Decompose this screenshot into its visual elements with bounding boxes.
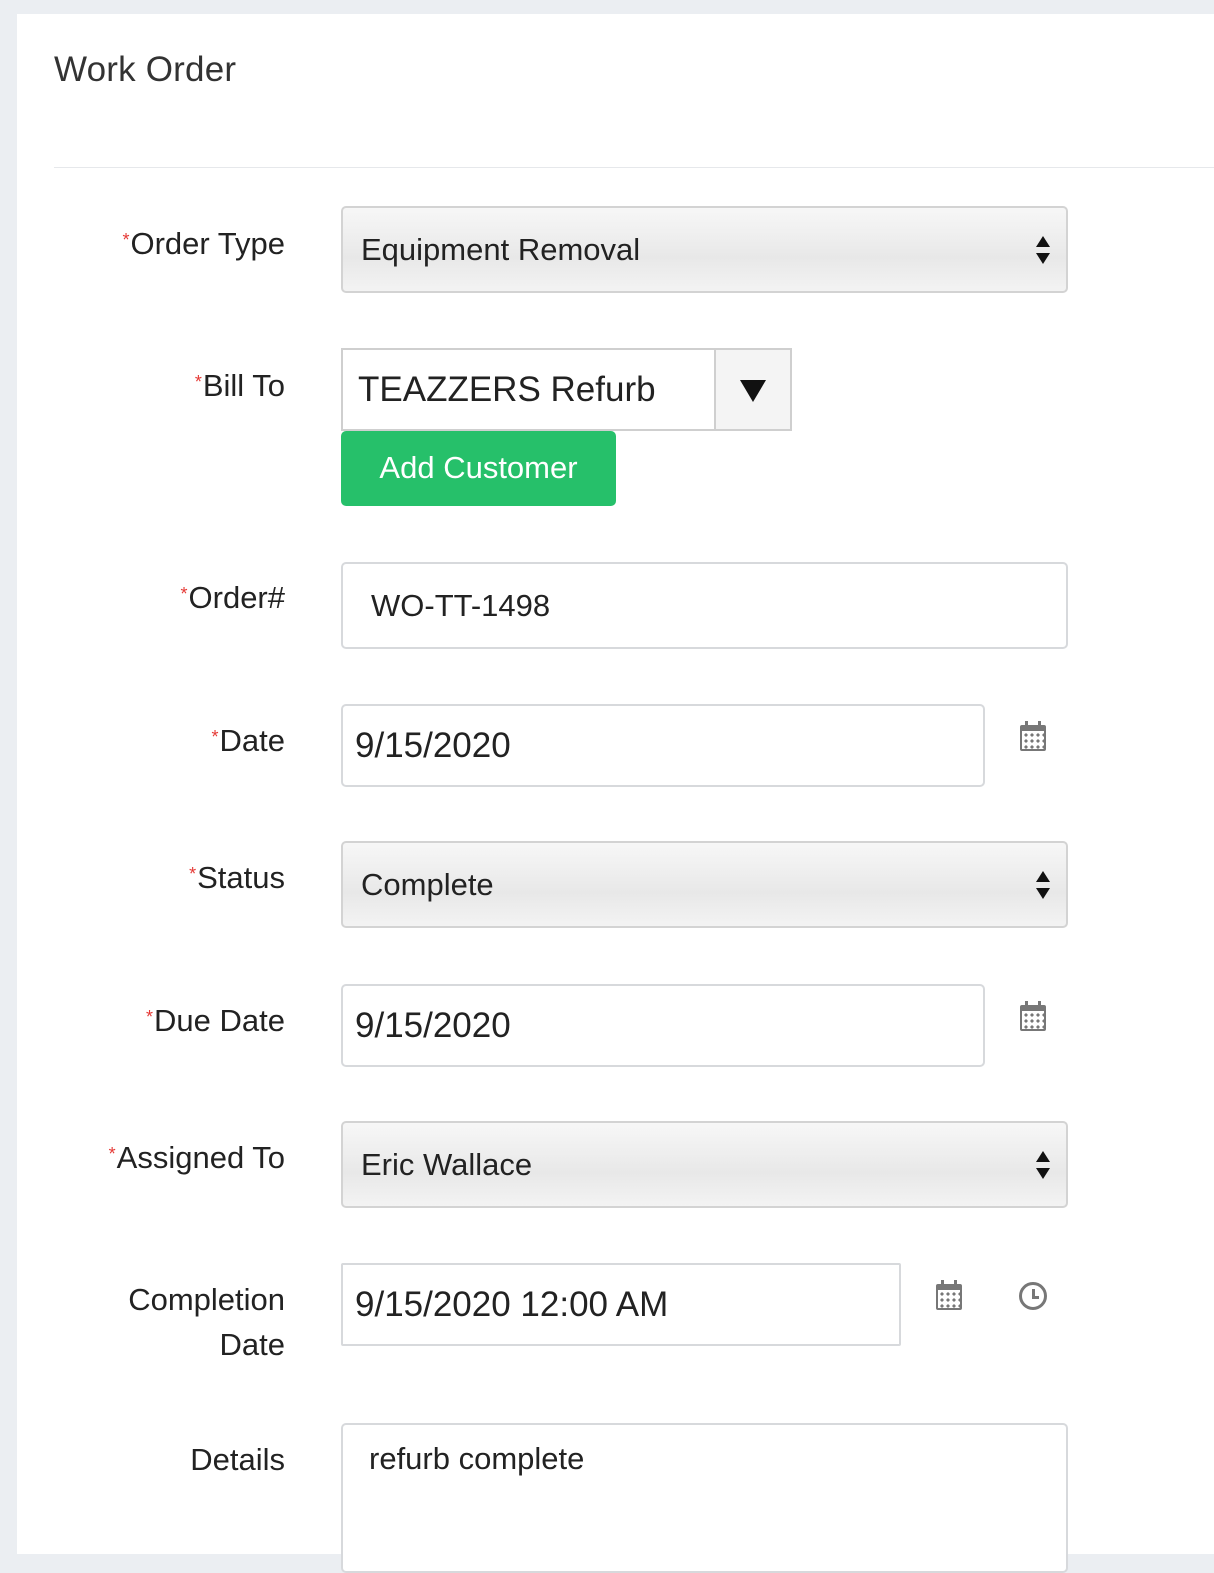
assigned-to-value: Eric Wallace bbox=[361, 1146, 533, 1182]
required-marker: * bbox=[122, 230, 130, 250]
required-marker: * bbox=[180, 584, 188, 604]
add-customer-button[interactable]: Add Customer bbox=[341, 431, 616, 506]
calendar-icon[interactable] bbox=[934, 1280, 966, 1313]
required-marker: * bbox=[146, 1007, 154, 1027]
due-date-input[interactable]: 9/15/2020 bbox=[341, 984, 985, 1067]
required-marker: * bbox=[108, 1144, 116, 1164]
required-marker: * bbox=[194, 372, 202, 392]
order-number-value: WO-TT-1498 bbox=[371, 587, 551, 623]
order-number-input[interactable]: WO-TT-1498 bbox=[341, 562, 1068, 649]
caret-down-icon[interactable] bbox=[714, 350, 790, 429]
bill-to-value: TEAZZERS Refurb bbox=[358, 369, 656, 409]
title-divider bbox=[54, 167, 1214, 168]
calendar-icon[interactable] bbox=[1018, 1001, 1050, 1034]
details-label: Details bbox=[190, 1442, 285, 1477]
due-date-value: 9/15/2020 bbox=[355, 1005, 511, 1045]
order-number-label: *Order# bbox=[180, 580, 286, 615]
assigned-to-label: *Assigned To bbox=[108, 1140, 285, 1175]
assigned-to-select[interactable]: Eric Wallace bbox=[341, 1121, 1068, 1208]
status-label: *Status bbox=[189, 860, 285, 895]
order-type-select[interactable]: Equipment Removal bbox=[341, 206, 1068, 293]
date-label: *Date bbox=[211, 723, 286, 758]
updown-icon bbox=[1036, 1149, 1050, 1181]
completion-date-input[interactable]: 9/15/2020 12:00 AM bbox=[341, 1263, 901, 1346]
status-select[interactable]: Complete bbox=[341, 841, 1068, 928]
required-marker: * bbox=[211, 727, 219, 747]
bill-to-label: *Bill To bbox=[194, 368, 285, 403]
required-marker: * bbox=[189, 864, 197, 884]
date-input[interactable]: 9/15/2020 bbox=[341, 704, 985, 787]
date-value: 9/15/2020 bbox=[355, 725, 511, 765]
order-type-value: Equipment Removal bbox=[361, 231, 641, 267]
details-textarea[interactable]: refurb complete bbox=[341, 1423, 1068, 1573]
clock-icon[interactable] bbox=[1018, 1281, 1050, 1313]
calendar-icon[interactable] bbox=[1018, 721, 1050, 754]
completion-date-value: 9/15/2020 12:00 AM bbox=[355, 1284, 669, 1324]
updown-icon bbox=[1036, 869, 1050, 901]
updown-icon bbox=[1036, 234, 1050, 266]
page-title: Work Order bbox=[54, 50, 237, 89]
order-type-label: *Order Type bbox=[122, 226, 285, 261]
due-date-label: *Due Date bbox=[146, 1003, 285, 1038]
completion-date-label: Completion Date bbox=[128, 1282, 285, 1362]
status-value: Complete bbox=[361, 866, 494, 902]
bill-to-combobox[interactable]: TEAZZERS Refurb bbox=[341, 348, 792, 431]
